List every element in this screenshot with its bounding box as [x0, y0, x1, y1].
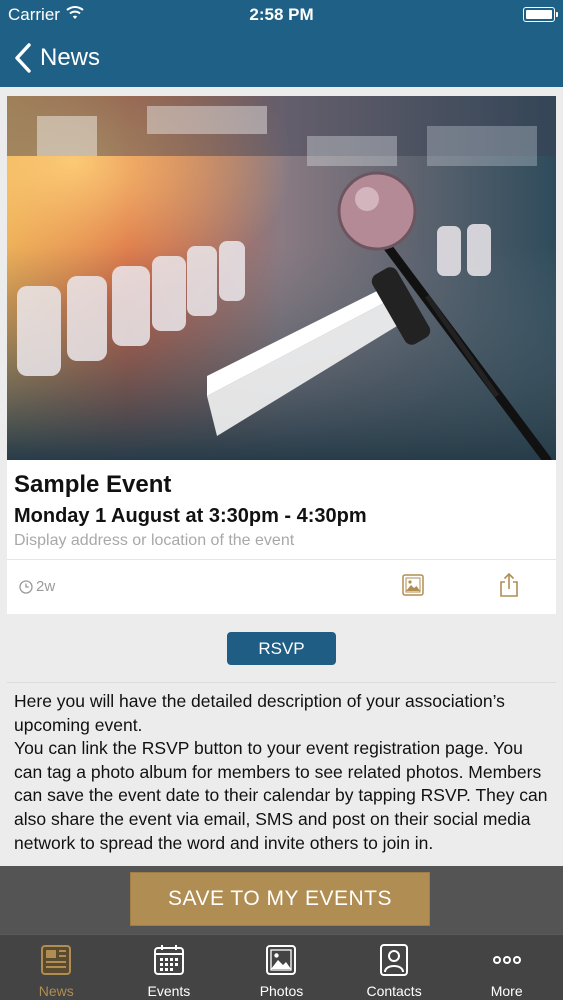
event-location: Display address or location of the event — [14, 532, 295, 549]
tab-label: News — [38, 983, 74, 999]
event-description: Here you will have the detailed descript… — [14, 690, 554, 866]
tab-label: Photos — [259, 983, 304, 999]
back-label: News — [40, 44, 101, 71]
photo-icon — [266, 945, 297, 975]
photo-album-icon[interactable] — [402, 574, 424, 596]
event-age-label: 2w — [36, 578, 56, 595]
event-datetime: Monday 1 August at 3:30pm - 4:30pm — [14, 505, 367, 527]
card-divider — [7, 559, 556, 560]
tab-news[interactable]: News — [0, 935, 113, 1000]
tab-more[interactable]: More — [450, 935, 563, 1000]
tab-label: More — [490, 983, 523, 999]
tab-label: Events — [147, 983, 191, 999]
tab-photos[interactable]: Photos — [225, 935, 338, 1000]
tab-label: Contacts — [366, 983, 422, 999]
back-button[interactable]: News — [12, 40, 100, 76]
newspaper-icon — [41, 945, 72, 975]
event-hero-image — [7, 96, 556, 460]
share-icon[interactable] — [498, 572, 520, 598]
save-to-my-events-button[interactable]: SAVE TO MY EVENTS — [130, 872, 430, 926]
nav-bar: News — [0, 30, 563, 87]
status-time: 2:58 PM — [249, 5, 314, 24]
tab-bar: News Events Photos Contacts More — [0, 934, 563, 1000]
status-bar: Carrier 2:58 PM — [0, 0, 563, 30]
description-paragraph: You can link the RSVP button to your eve… — [14, 738, 548, 853]
section-divider — [7, 682, 556, 683]
chevron-left-icon — [15, 43, 31, 73]
event-card: Sample Event Monday 1 August at 3:30pm -… — [7, 96, 556, 614]
rsvp-button[interactable]: RSVP — [227, 632, 336, 665]
event-age: 2w — [19, 578, 55, 595]
calendar-icon — [153, 945, 184, 975]
contact-card-icon — [380, 944, 409, 976]
battery-icon — [523, 7, 558, 22]
tab-contacts[interactable]: Contacts — [338, 935, 451, 1000]
tab-events[interactable]: Events — [113, 935, 226, 1000]
save-bar: SAVE TO MY EVENTS — [0, 866, 563, 934]
more-dots-icon — [492, 956, 521, 964]
description-paragraph: Here you will have the detailed descript… — [14, 691, 505, 735]
clock-icon — [19, 579, 33, 594]
event-title: Sample Event — [14, 471, 172, 498]
